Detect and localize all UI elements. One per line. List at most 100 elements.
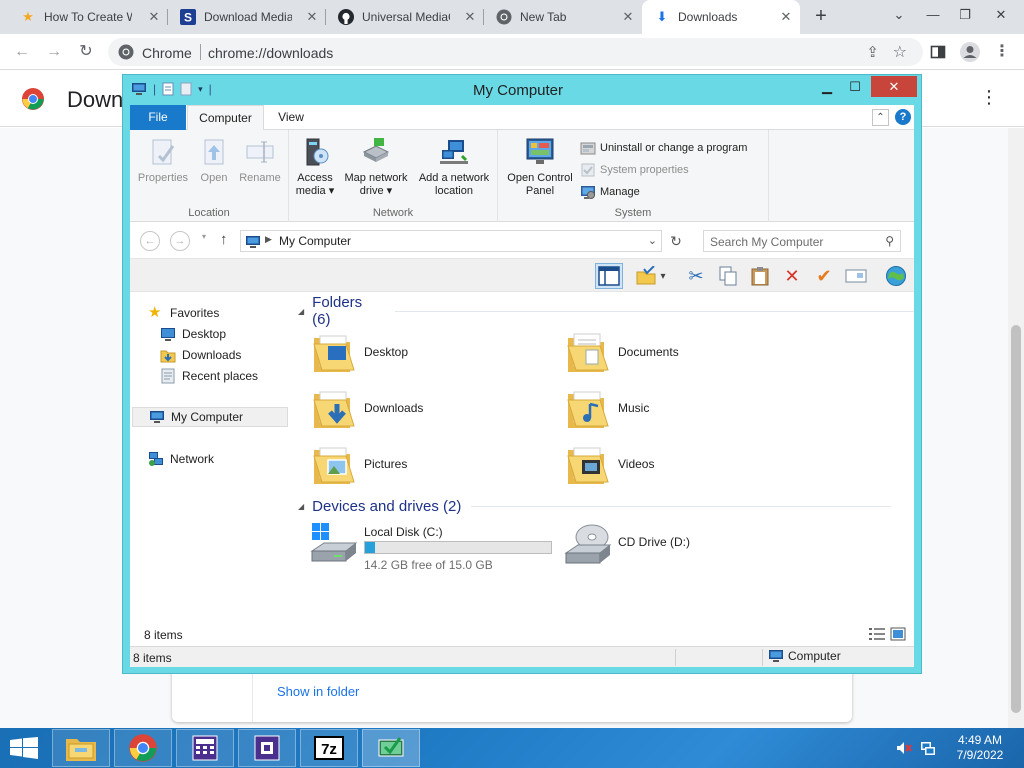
taskbar-file-explorer[interactable]	[52, 729, 110, 767]
collapse-triangle-icon[interactable]: ◢	[298, 307, 304, 316]
rename-icon[interactable]	[842, 263, 870, 289]
more-options-icon[interactable]: ⋮	[980, 87, 998, 108]
folder-documents[interactable]: Documents	[564, 326, 679, 378]
menu-icon[interactable]: ⋮	[990, 40, 1014, 64]
address-box[interactable]: ▶ My Computer ⌄	[240, 230, 662, 252]
tab-how-to-create[interactable]: ★ How To Create W ✕	[8, 0, 168, 34]
collapse-ribbon-icon[interactable]: ⌃	[872, 109, 889, 126]
nav-network[interactable]: Network	[148, 449, 214, 469]
star-icon: ★	[148, 304, 162, 321]
restore-button[interactable]: ❐	[948, 0, 982, 30]
taskbar-app-chip[interactable]	[238, 729, 296, 767]
close-icon[interactable]: ✕	[462, 9, 478, 25]
rename-button[interactable]: Rename	[236, 136, 284, 185]
volume-muted-icon[interactable]	[896, 740, 912, 759]
forward-button[interactable]: →	[170, 231, 190, 251]
paste-icon[interactable]	[746, 263, 774, 289]
url-text[interactable]: chrome://downloads	[208, 45, 333, 61]
nav-recent-places[interactable]: Recent places	[160, 366, 258, 386]
access-media-button[interactable]: Access media ▾	[295, 136, 335, 198]
close-icon[interactable]: ✕	[146, 9, 162, 25]
folder-downloads[interactable]: Downloads	[310, 382, 423, 434]
tab-view[interactable]: View	[266, 105, 316, 130]
globe-icon[interactable]	[882, 263, 910, 289]
chevron-down-icon[interactable]: ⌄	[648, 234, 657, 247]
taskbar-chrome[interactable]	[114, 729, 172, 767]
ribbon-group-location: Properties Open Rename Location	[130, 130, 289, 222]
refresh-button[interactable]: ↻	[666, 231, 686, 251]
page-scrollbar[interactable]	[1008, 128, 1024, 728]
taskbar-my-computer[interactable]	[362, 729, 420, 767]
add-network-location-button[interactable]: Add a network location	[413, 136, 495, 198]
network-tray-icon[interactable]	[920, 740, 936, 759]
chevron-down-icon[interactable]: ⌄	[882, 0, 916, 30]
windows-start-icon[interactable]	[10, 737, 38, 759]
cut-icon[interactable]: ✂	[682, 263, 710, 289]
address-path[interactable]: My Computer	[279, 234, 351, 248]
tab-universal-mediac[interactable]: Universal MediaC ✕	[326, 0, 484, 34]
map-network-drive-button[interactable]: Map network drive ▾	[339, 136, 413, 198]
collapse-triangle-icon[interactable]: ◢	[298, 502, 304, 511]
folder-desktop[interactable]: Desktop	[310, 326, 408, 378]
tab-new-tab[interactable]: New Tab ✕	[484, 0, 642, 34]
uninstall-program-button[interactable]: Uninstall or change a program	[580, 138, 747, 158]
nav-my-computer[interactable]: My Computer	[132, 407, 288, 427]
group-header-folders[interactable]: ◢ Folders (6)	[298, 294, 915, 328]
recent-locations-dropdown-icon[interactable]: ▾	[202, 232, 206, 241]
close-icon[interactable]: ✕	[778, 9, 794, 25]
group-header-devices[interactable]: ◢ Devices and drives (2)	[298, 495, 892, 517]
search-input[interactable]: Search My Computer ⚲	[703, 230, 901, 252]
drive-cd-d[interactable]: CD Drive (D:)	[564, 521, 764, 573]
folder-videos[interactable]: Videos	[564, 438, 654, 490]
nav-downloads[interactable]: Downloads	[160, 345, 241, 365]
manage-button[interactable]: Manage	[580, 182, 640, 202]
system-properties-button[interactable]: System properties	[580, 160, 689, 180]
drive-local-disk-c[interactable]: Local Disk (C:) 14.2 GB free of 15.0 GB	[310, 521, 570, 573]
close-button[interactable]: ✕	[871, 76, 917, 97]
close-icon[interactable]: ✕	[304, 9, 320, 25]
help-icon[interactable]: ?	[895, 109, 911, 125]
address-bar[interactable]: Chrome chrome://downloads ⇪ ☆	[108, 38, 923, 66]
search-icon[interactable]: ⚲	[885, 234, 894, 248]
forward-button[interactable]: →	[42, 40, 66, 64]
preview-pane-button[interactable]	[595, 263, 623, 289]
show-in-folder-link[interactable]: Show in folder	[277, 684, 359, 699]
taskbar-clock[interactable]: 4:49 AM 7/9/2022	[940, 733, 1020, 763]
checkmark-icon[interactable]: ✔	[810, 263, 838, 289]
minimize-button[interactable]: ▁	[813, 76, 841, 97]
view-dropdown-icon[interactable]: ▾	[656, 263, 670, 289]
tab-computer[interactable]: Computer	[187, 105, 264, 131]
new-tab-button[interactable]: +	[808, 5, 834, 29]
scrollbar-thumb[interactable]	[1011, 325, 1021, 713]
up-one-level-button[interactable]: ↑	[220, 231, 228, 248]
open-button[interactable]: Open	[194, 136, 234, 185]
folder-pictures[interactable]: Pictures	[310, 438, 407, 490]
nav-desktop[interactable]: Desktop	[160, 324, 226, 344]
folder-music[interactable]: Music	[564, 382, 649, 434]
profile-avatar[interactable]	[958, 40, 982, 64]
explorer-titlebar[interactable]: | ▾ | My Computer ▁ ☐ ✕	[123, 75, 921, 105]
large-icons-view-icon[interactable]	[890, 627, 906, 641]
tab-file[interactable]: File	[130, 105, 186, 130]
share-icon[interactable]: ⇪	[866, 43, 879, 61]
chevron-right-icon[interactable]: ▶	[265, 234, 272, 245]
taskbar-7zip[interactable]: 7z	[300, 729, 358, 767]
side-panel-icon[interactable]	[926, 40, 950, 64]
properties-button[interactable]: Properties	[136, 136, 190, 185]
minimize-button[interactable]: —	[916, 0, 950, 30]
nav-favorites[interactable]: ★ Favorites	[148, 303, 219, 323]
back-button[interactable]: ←	[10, 40, 34, 64]
tab-download-media[interactable]: S Download Media ✕	[168, 0, 326, 34]
reload-button[interactable]: ↻	[74, 40, 98, 64]
delete-icon[interactable]: ✕	[778, 263, 806, 289]
close-icon[interactable]: ✕	[620, 9, 636, 25]
copy-icon[interactable]	[714, 263, 742, 289]
back-button[interactable]: ←	[140, 231, 160, 251]
maximize-button[interactable]: ☐	[841, 76, 869, 97]
tab-downloads[interactable]: ⬇ Downloads ✕	[642, 0, 800, 34]
details-view-icon[interactable]	[868, 627, 886, 641]
bookmark-star-icon[interactable]: ☆	[893, 42, 907, 62]
open-control-panel-button[interactable]: Open Control Panel	[502, 136, 578, 198]
taskbar-app-calculator[interactable]	[176, 729, 234, 767]
close-window-button[interactable]: ✕	[984, 0, 1018, 30]
